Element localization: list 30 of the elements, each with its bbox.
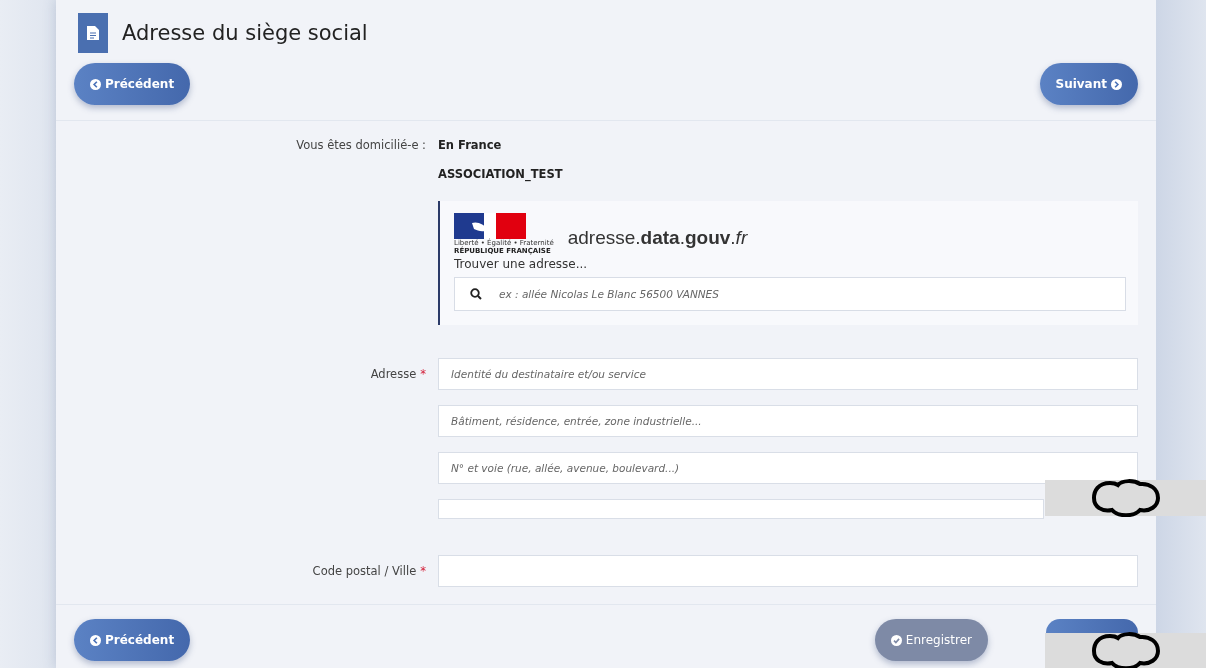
address-field[interactable]: Identité du destinataire et/ou service <box>438 358 1138 390</box>
previous-button[interactable]: Précédent <box>74 63 191 105</box>
required-mark: * <box>420 564 426 578</box>
previous-button[interactable]: Précédent <box>74 619 191 661</box>
postal-code-field[interactable] <box>438 555 1138 587</box>
save-button[interactable]: Enregistrer <box>874 619 988 661</box>
brand-name: adresse.data.gouv.fr <box>567 227 748 250</box>
document-icon <box>78 13 108 53</box>
required-mark: * <box>420 367 426 381</box>
search-icon <box>470 288 482 300</box>
next-button[interactable]: Suivant <box>1039 63 1138 105</box>
left-circle-icon <box>90 78 101 90</box>
page-title: Adresse du siège social <box>122 21 368 45</box>
field-label: Vous êtes domicilié-e : <box>296 138 426 152</box>
search-label: Trouver une adresse... <box>454 257 589 271</box>
cloud-outline-icon <box>1091 479 1160 517</box>
flag-logo-icon <box>454 213 526 239</box>
address-search-field[interactable]: ex : allée Nicolas Le Blanc 56500 VANNES <box>454 277 1126 311</box>
field-value: En France <box>438 137 503 152</box>
next-button[interactable] <box>1046 619 1138 633</box>
right-circle-icon <box>1111 78 1122 90</box>
check-circle-icon <box>890 634 902 646</box>
field-label: Code postal / Ville <box>312 564 417 578</box>
address-field[interactable]: N° et voie (rue, allée, avenue, boulevard...) <box>438 452 1138 484</box>
field-label: Adresse <box>370 367 417 381</box>
address-field[interactable]: Bâtiment, résidence, entrée, zone industrielle... <box>438 405 1138 437</box>
address-field[interactable] <box>438 499 1044 519</box>
cloud-outline-icon <box>1091 632 1160 668</box>
left-circle-icon <box>90 634 101 646</box>
association-name: ASSOCIATION_TEST <box>438 166 564 181</box>
